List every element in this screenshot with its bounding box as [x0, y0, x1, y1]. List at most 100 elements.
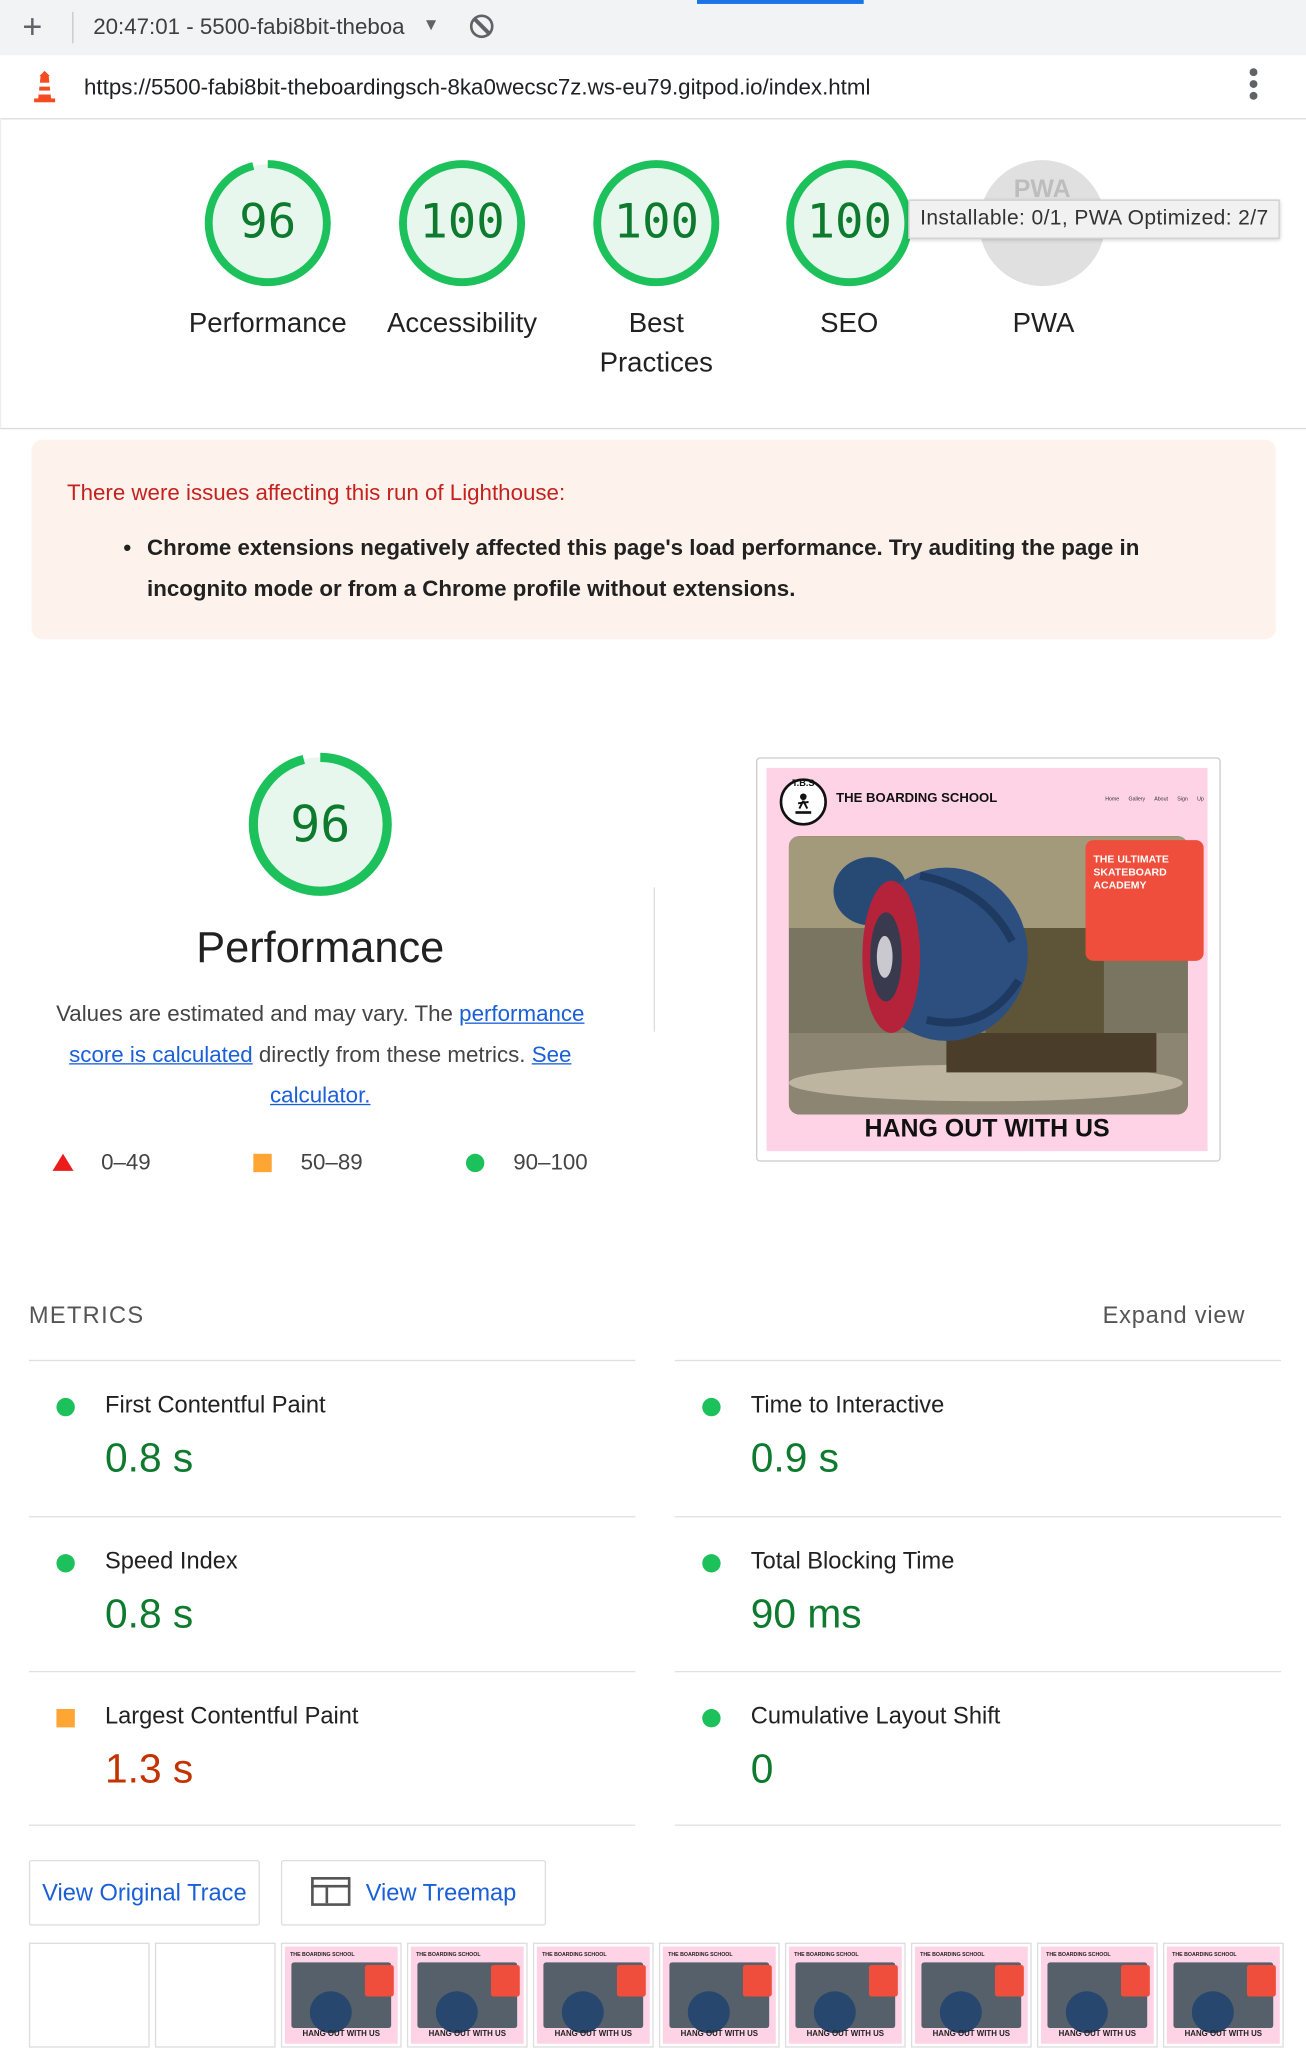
frame-wheel	[1065, 1991, 1108, 2034]
chevron-down-icon[interactable]: ▼	[423, 14, 440, 34]
more-menu-icon[interactable]	[1249, 68, 1261, 103]
warning-heading: There were issues affecting this run of …	[66, 480, 566, 506]
average-square-icon	[253, 1153, 272, 1173]
new-tab-icon[interactable]: +	[22, 8, 42, 45]
filmstrip-frame: THE BOARDING SCHOOL HANG OUT WITH US	[1162, 1942, 1284, 2048]
frame-hero-tag	[364, 1964, 394, 1997]
metric-value: 1.3 s	[105, 1745, 194, 1792]
lighthouse-icon	[34, 70, 56, 103]
frame-header: THE BOARDING SCHOOL	[290, 1950, 355, 1958]
gauge-label: Accessibility	[386, 308, 538, 339]
filmstrip-frame: THE BOARDING SCHOOL HANG OUT WITH US	[280, 1942, 402, 2048]
gauge-label: SEO	[820, 308, 879, 339]
metric-value: 90 ms	[750, 1590, 862, 1637]
gauge-label: PWA	[1012, 308, 1075, 339]
category-gauges: 96 Performance 100 Accessibility 100 Bes…	[0, 118, 1306, 430]
score-value: 96	[239, 195, 297, 250]
metric-value: 0.9 s	[750, 1434, 840, 1481]
frame-page: THE BOARDING SCHOOL HANG OUT WITH US	[788, 1946, 902, 2044]
average-square-icon	[56, 1709, 75, 1728]
frame-hero-tag	[1120, 1964, 1150, 1997]
frame-header: THE BOARDING SCHOOL	[920, 1950, 985, 1958]
filmstrip-frame: THE BOARDING SCHOOL HANG OUT WITH US	[910, 1942, 1032, 2048]
pass-circle-icon	[702, 1397, 721, 1417]
metric-cumulative-layout-shift[interactable]: Cumulative Layout Shift 0	[674, 1670, 1282, 1827]
metric-speed-index[interactable]: Speed Index 0.8 s	[28, 1516, 636, 1672]
metric-total-blocking-time[interactable]: Total Blocking Time 90 ms	[674, 1516, 1282, 1672]
divider	[28, 1824, 636, 1826]
gauge-accessibility[interactable]: 100 Accessibility	[370, 158, 554, 344]
run-warnings: There were issues affecting this run of …	[31, 439, 1276, 640]
frame-hero-tag	[1246, 1964, 1276, 1997]
metric-label: Largest Contentful Paint	[105, 1702, 359, 1729]
frame-header: THE BOARDING SCHOOL	[1046, 1950, 1111, 1958]
divider	[653, 887, 655, 1032]
metric-first-contentful-paint[interactable]: First Contentful Paint 0.8 s	[28, 1359, 636, 1516]
treemap-label: View Treemap	[365, 1879, 517, 1906]
filmstrip-frame	[28, 1942, 150, 2048]
score-value: 100	[613, 195, 699, 250]
final-screenshot[interactable]: T.B.S THE BOARDING SCHOOL Home Gallery A…	[756, 757, 1221, 1162]
hang-out-banner: HANG OUT WITH US	[864, 1115, 1110, 1144]
frame-header: THE BOARDING SCHOOL	[668, 1950, 733, 1958]
filmstrip-frame	[154, 1942, 276, 2048]
metric-value: 0	[750, 1745, 774, 1792]
filmstrip-frame: THE BOARDING SCHOOL HANG OUT WITH US	[532, 1942, 654, 2048]
score-value: 100	[806, 195, 892, 250]
address-bar: https://5500-fabi8bit-theboardingsch-8ka…	[0, 55, 1306, 120]
active-tab-indicator	[696, 0, 864, 4]
hero-tag: THE ULTIMATE SKATEBOARD ACADEMY	[1085, 840, 1204, 961]
frame-header: THE BOARDING SCHOOL	[542, 1950, 607, 1958]
frame-page: THE BOARDING SCHOOL HANG OUT WITH US	[914, 1946, 1028, 2044]
hero-text: THE ULTIMATE SKATEBOARD ACADEMY	[1093, 853, 1169, 892]
frame-caption: HANG OUT WITH US	[428, 2030, 507, 2039]
tab-title[interactable]: 20:47:01 - 5500-fabi8bit-theboa	[93, 14, 421, 40]
block-icon[interactable]	[469, 14, 494, 39]
fail-triangle-icon	[52, 1153, 74, 1171]
warning-list: Chrome extensions negatively affected th…	[123, 528, 1236, 609]
frame-page: THE BOARDING SCHOOL HANG OUT WITH US	[536, 1946, 650, 2044]
metric-label: First Contentful Paint	[105, 1391, 326, 1418]
treemap-icon	[310, 1877, 350, 1906]
metric-value: 0.8 s	[105, 1434, 194, 1481]
view-original-trace-button[interactable]: View Original Trace	[28, 1859, 260, 1926]
score-value: 100	[419, 195, 505, 250]
legend-pass: 90–100	[513, 1149, 588, 1175]
metric-label: Speed Index	[105, 1547, 238, 1574]
site-preview: T.B.S THE BOARDING SCHOOL Home Gallery A…	[766, 767, 1208, 1152]
frame-header: THE BOARDING SCHOOL	[794, 1950, 859, 1958]
view-treemap-button[interactable]: View Treemap	[280, 1859, 547, 1926]
pass-circle-icon	[702, 1554, 721, 1573]
frame-header: THE BOARDING SCHOOL	[1172, 1950, 1237, 1958]
pass-circle-icon	[465, 1153, 485, 1173]
site-nav: Home Gallery About Sign Up	[1105, 795, 1204, 802]
metric-label: Total Blocking Time	[750, 1547, 955, 1574]
warning-item: Chrome extensions negatively affected th…	[123, 528, 1236, 609]
frame-hero-tag	[490, 1964, 520, 1997]
frame-wheel	[309, 1991, 352, 2034]
frame-caption: HANG OUT WITH US	[806, 2030, 885, 2039]
site-logo-icon: T.B.S	[779, 778, 827, 826]
pass-circle-icon	[56, 1397, 75, 1417]
frame-hero-tag	[742, 1964, 772, 1997]
frame-wheel	[561, 1991, 604, 2034]
desc-text: Values are estimated and may vary. The	[56, 1001, 460, 1027]
gauge-performance[interactable]: 96 Performance	[176, 158, 360, 344]
frame-page: THE BOARDING SCHOOL HANG OUT WITH US	[410, 1946, 524, 2044]
metric-largest-contentful-paint[interactable]: Largest Contentful Paint 1.3 s	[28, 1670, 636, 1827]
gauge-best-practices[interactable]: 100 Best Practices	[564, 158, 748, 384]
performance-score: 96	[290, 795, 351, 854]
filmstrip-frame: THE BOARDING SCHOOL HANG OUT WITH US	[784, 1942, 906, 2048]
url-field[interactable]: https://5500-fabi8bit-theboardingsch-8ka…	[84, 75, 870, 101]
legend-fail: 0–49	[101, 1149, 151, 1175]
expand-view-toggle[interactable]: Expand view	[1103, 1302, 1246, 1330]
performance-description: Values are estimated and may vary. The p…	[29, 994, 612, 1116]
frame-header: THE BOARDING SCHOOL	[416, 1950, 481, 1958]
gauge-seo[interactable]: 100 SEO	[757, 158, 941, 344]
frame-page: THE BOARDING SCHOOL HANG OUT WITH US	[284, 1946, 398, 2044]
skater-icon	[795, 793, 812, 814]
frame-page: THE BOARDING SCHOOL HANG OUT WITH US	[1040, 1946, 1154, 2044]
frame-hero-tag	[994, 1964, 1024, 1997]
metric-time-to-interactive[interactable]: Time to Interactive 0.9 s	[674, 1359, 1282, 1516]
frame-wheel	[1191, 1991, 1234, 2034]
